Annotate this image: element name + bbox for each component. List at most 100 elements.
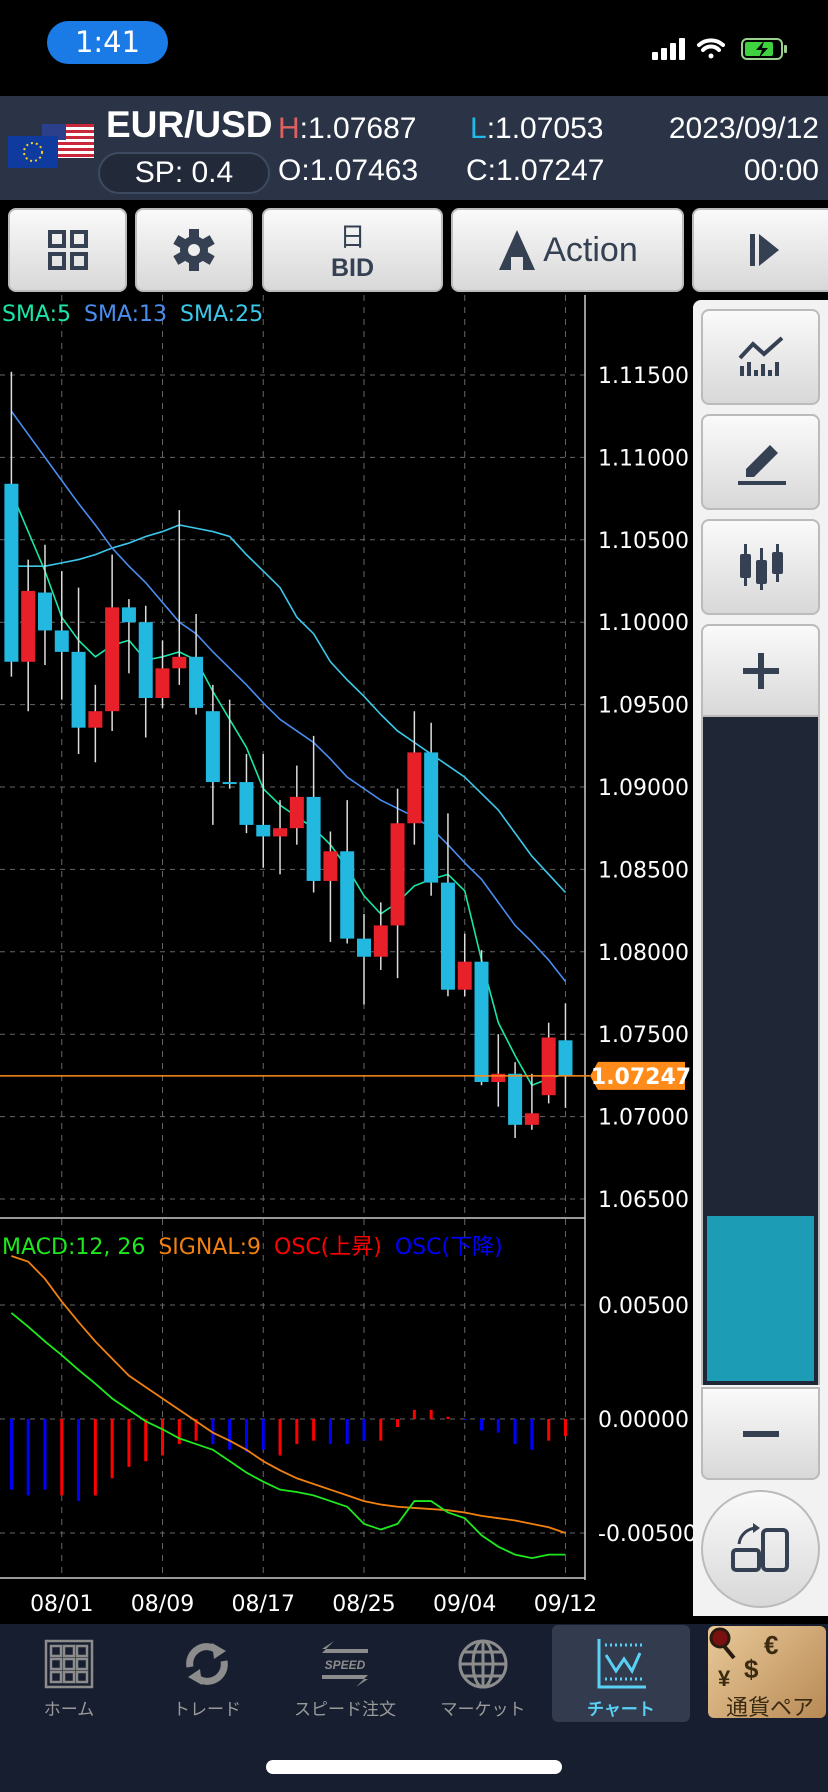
candle-body — [239, 782, 254, 825]
osc-down-legend-item: OSC(下降) — [394, 1235, 503, 1260]
candle-body — [407, 752, 422, 824]
osc-bar — [144, 1419, 148, 1462]
candle — [323, 831, 338, 942]
osc-bar — [530, 1419, 534, 1450]
nav-speed-label: スピード注文 — [294, 1700, 396, 1719]
nav-market[interactable]: マーケット — [414, 1625, 552, 1722]
osc-bar — [513, 1419, 517, 1445]
candle — [541, 1022, 556, 1104]
candle-body — [558, 1040, 573, 1076]
candle-body — [172, 656, 187, 669]
nav-trade-label: トレード — [173, 1700, 241, 1719]
home-grid-icon — [44, 1639, 94, 1689]
osc-bar — [228, 1419, 232, 1450]
candle — [88, 684, 103, 763]
candle — [273, 800, 288, 875]
candle-body — [440, 882, 455, 990]
date-tick-label: 09/04 — [433, 1592, 496, 1617]
date-tick-label: 08/01 — [30, 1592, 93, 1617]
currency-pair-button[interactable]: € $ ¥ 通貨ペア — [708, 1626, 826, 1720]
candle — [289, 765, 304, 845]
price-tick-label: 1.07000 — [598, 1106, 689, 1131]
osc-bar — [480, 1419, 484, 1431]
candle-body — [457, 961, 472, 990]
zoom-out-button[interactable] — [701, 1387, 820, 1480]
osc-bar — [463, 1419, 467, 1420]
chart-area[interactable]: 1.11500 1.11000 1.10500 1.10000 1.09500 1.090… — [0, 0, 693, 1624]
draw-button[interactable] — [701, 414, 820, 510]
euro-symbol: € — [764, 1630, 779, 1660]
nav-trade[interactable]: トレード — [138, 1625, 276, 1722]
nav-speed-order[interactable]: SPEED スピード注文 — [276, 1625, 414, 1722]
zoom-slider[interactable] — [701, 717, 820, 1385]
candle — [121, 599, 136, 674]
osc-bar — [412, 1409, 416, 1419]
candle — [508, 1062, 523, 1139]
osc-bar — [328, 1419, 332, 1445]
chart-nav-icon — [597, 1639, 646, 1689]
candle-body — [256, 824, 271, 837]
osc-bar — [496, 1419, 500, 1433]
sma25-legend: SMA:25 — [180, 302, 264, 327]
nav-home[interactable]: ホーム — [0, 1625, 138, 1722]
price-tick-label: 1.11000 — [598, 446, 689, 471]
candle-body — [54, 630, 69, 652]
osc-bar — [278, 1419, 282, 1456]
indicator-button[interactable] — [701, 309, 820, 405]
osc-bar — [261, 1419, 265, 1450]
candle — [138, 605, 153, 738]
price-tick-label: 1.11500 — [598, 364, 689, 389]
rotate-screen-button[interactable] — [701, 1490, 820, 1608]
date-tick-label: 08/09 — [131, 1592, 194, 1617]
osc-bar — [110, 1419, 114, 1479]
nav-chart[interactable]: チャート — [552, 1625, 690, 1722]
candle — [558, 1003, 573, 1108]
candle-body — [373, 925, 388, 957]
candle-body — [205, 711, 220, 783]
macd-tick-label: 0.00000 — [598, 1408, 689, 1433]
candle-body — [105, 607, 120, 712]
date-tick-label: 08/17 — [232, 1592, 295, 1617]
price-tick-label: 1.08500 — [598, 858, 689, 883]
price-tick-label: 1.10000 — [598, 611, 689, 636]
candle-body — [37, 592, 52, 631]
candle-body — [356, 938, 371, 957]
candle-body — [4, 483, 19, 662]
price-tick-label: 1.09500 — [598, 694, 689, 719]
play-button[interactable] — [692, 208, 828, 292]
indicator-chart-icon — [738, 336, 783, 376]
candle — [155, 640, 170, 708]
osc-bar — [26, 1419, 30, 1496]
chart-type-button[interactable] — [701, 519, 820, 615]
osc-bar — [60, 1419, 64, 1496]
sma13-line — [10, 410, 567, 982]
osc-bar — [379, 1419, 383, 1441]
step-forward-icon — [750, 234, 779, 266]
sma-legend: SMA:5 SMA:13 SMA:25 — [2, 302, 263, 327]
price-tick-label: 1.08000 — [598, 941, 689, 966]
candle — [71, 587, 86, 755]
osc-bar — [127, 1419, 131, 1467]
candle — [105, 554, 120, 731]
candle-body — [138, 622, 153, 699]
plus-icon — [742, 652, 779, 689]
trade-cycle-icon — [186, 1643, 228, 1685]
battery-charging-icon — [741, 38, 787, 60]
macd-tick-label: 0.00500 — [598, 1294, 689, 1319]
macd-legend-item: MACD:12, 26 — [2, 1235, 146, 1260]
globe-icon — [458, 1639, 508, 1689]
candle — [356, 913, 371, 1005]
candle-body — [424, 752, 439, 883]
candlestick-icon — [739, 544, 783, 590]
osc-bar — [295, 1419, 299, 1445]
candle-body — [491, 1073, 506, 1082]
candle — [474, 950, 489, 1086]
candle-body — [273, 828, 288, 837]
zoom-in-button[interactable] — [701, 624, 820, 717]
osc-bar — [161, 1419, 165, 1456]
bottom-nav: ホーム トレード SPEED スピード注文 マーケット チャート € $ ¥ 通… — [0, 1624, 828, 1792]
candle — [306, 735, 321, 893]
candle-body — [71, 651, 86, 728]
nav-market-label: マーケット — [440, 1700, 526, 1719]
minus-icon — [742, 1430, 779, 1437]
